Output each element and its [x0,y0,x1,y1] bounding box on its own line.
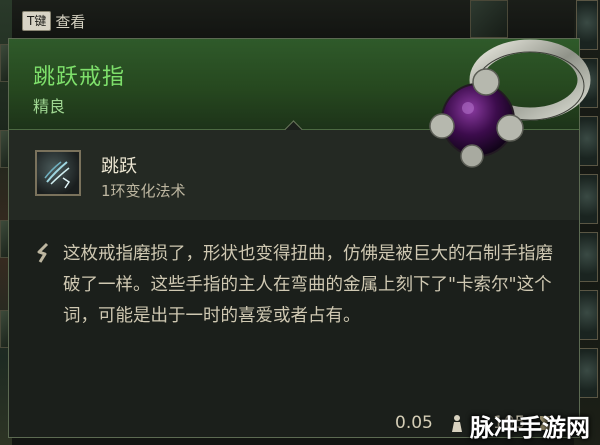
examine-label: 查看 [55,12,86,31]
weight-icon [452,415,462,432]
spell-name: 跳跃 [101,156,137,177]
examine-key-hint[interactable]: T键 查看 [22,10,85,32]
item-name: 跳跃戒指 [33,65,126,90]
watermark: 脉冲手游网 [470,414,590,442]
ring-icon [429,39,591,168]
jump-spell-icon [35,150,81,196]
spell-level: 1环变化法术 [101,182,186,200]
flavor-text-icon [37,242,49,263]
item-weight: 0.05 [395,413,433,433]
item-description: 这枚戒指磨损了，形状也变得扭曲，仿佛是被巨大的石制手指磨破了一样。这些手指的主人… [63,244,553,326]
item-rarity: 精良 [33,97,66,116]
t-key-cap: T键 [22,11,52,31]
